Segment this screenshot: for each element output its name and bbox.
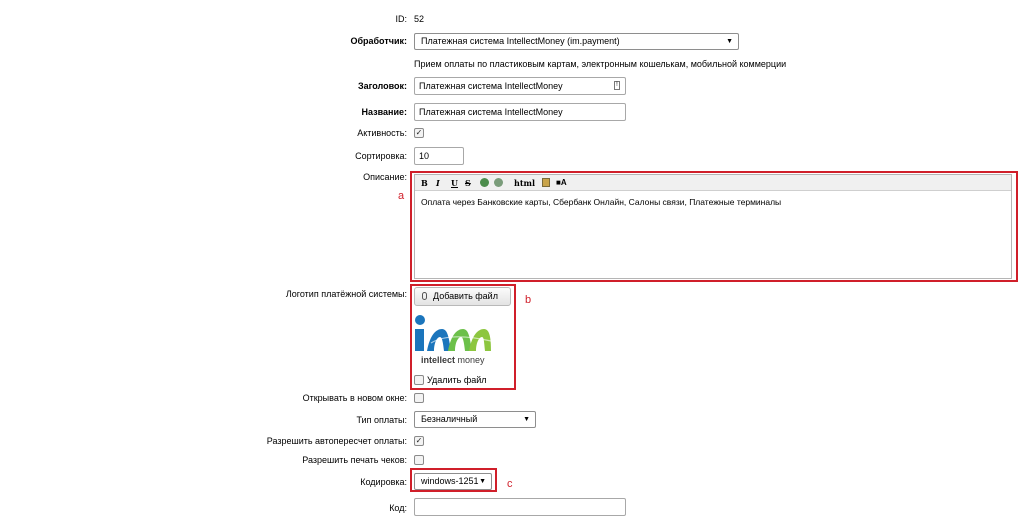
heading-input-value: Платежная система IntellectMoney — [419, 81, 563, 91]
handler-select[interactable]: Платежная система IntellectMoney (im.pay… — [414, 33, 739, 50]
payment-type-label: Тип оплаты: — [356, 415, 407, 425]
heading-label: Заголовок: — [357, 81, 407, 91]
annotation-box-a — [410, 171, 1018, 282]
code-input[interactable] — [414, 498, 626, 516]
print-checks-label: Разрешить печать чеков: — [302, 455, 407, 465]
auto-recalc-checkbox[interactable]: ✓ — [414, 436, 424, 446]
heading-input[interactable]: Платежная система IntellectMoney ! — [414, 77, 626, 95]
active-label: Активность: — [357, 128, 407, 138]
logo-label: Логотип платёжной системы: — [285, 289, 407, 299]
translate-icon[interactable]: ! — [614, 81, 620, 90]
code-label: Код: — [389, 503, 407, 513]
annotation-box-b — [410, 284, 516, 390]
payment-type-select[interactable]: Безналичный ▼ — [414, 411, 536, 428]
chevron-down-icon: ▼ — [726, 38, 733, 45]
handler-select-value: Платежная система IntellectMoney (im.pay… — [421, 36, 620, 46]
annotation-label-a: a — [398, 190, 405, 202]
handler-label: Обработчик: — [350, 36, 407, 46]
name-input[interactable]: Платежная система IntellectMoney — [414, 103, 626, 121]
new-window-label: Открывать в новом окне: — [302, 393, 407, 403]
payment-type-value: Безналичный — [421, 414, 478, 424]
encoding-label: Кодировка: — [360, 477, 407, 487]
name-label: Название: — [361, 107, 407, 117]
sort-input-value: 10 — [419, 151, 430, 161]
name-input-value: Платежная система IntellectMoney — [419, 107, 563, 117]
print-checks-checkbox[interactable] — [414, 455, 424, 465]
handler-description: Прием оплаты по пластиковым картам, элек… — [414, 59, 787, 69]
annotation-label-b: b — [525, 294, 532, 306]
new-window-checkbox[interactable] — [414, 393, 424, 403]
id-label: ID: — [395, 14, 407, 24]
annotation-box-c — [410, 468, 497, 492]
chevron-down-icon: ▼ — [523, 416, 530, 423]
id-value: 52 — [414, 14, 425, 24]
annotation-label-c: c — [507, 478, 513, 490]
description-label: Описание: — [363, 172, 407, 182]
sort-input[interactable]: 10 — [414, 147, 464, 165]
sort-label: Сортировка: — [355, 151, 407, 161]
auto-recalc-label: Разрешить автопересчет оплаты: — [266, 436, 407, 446]
active-checkbox[interactable]: ✓ — [414, 128, 424, 138]
